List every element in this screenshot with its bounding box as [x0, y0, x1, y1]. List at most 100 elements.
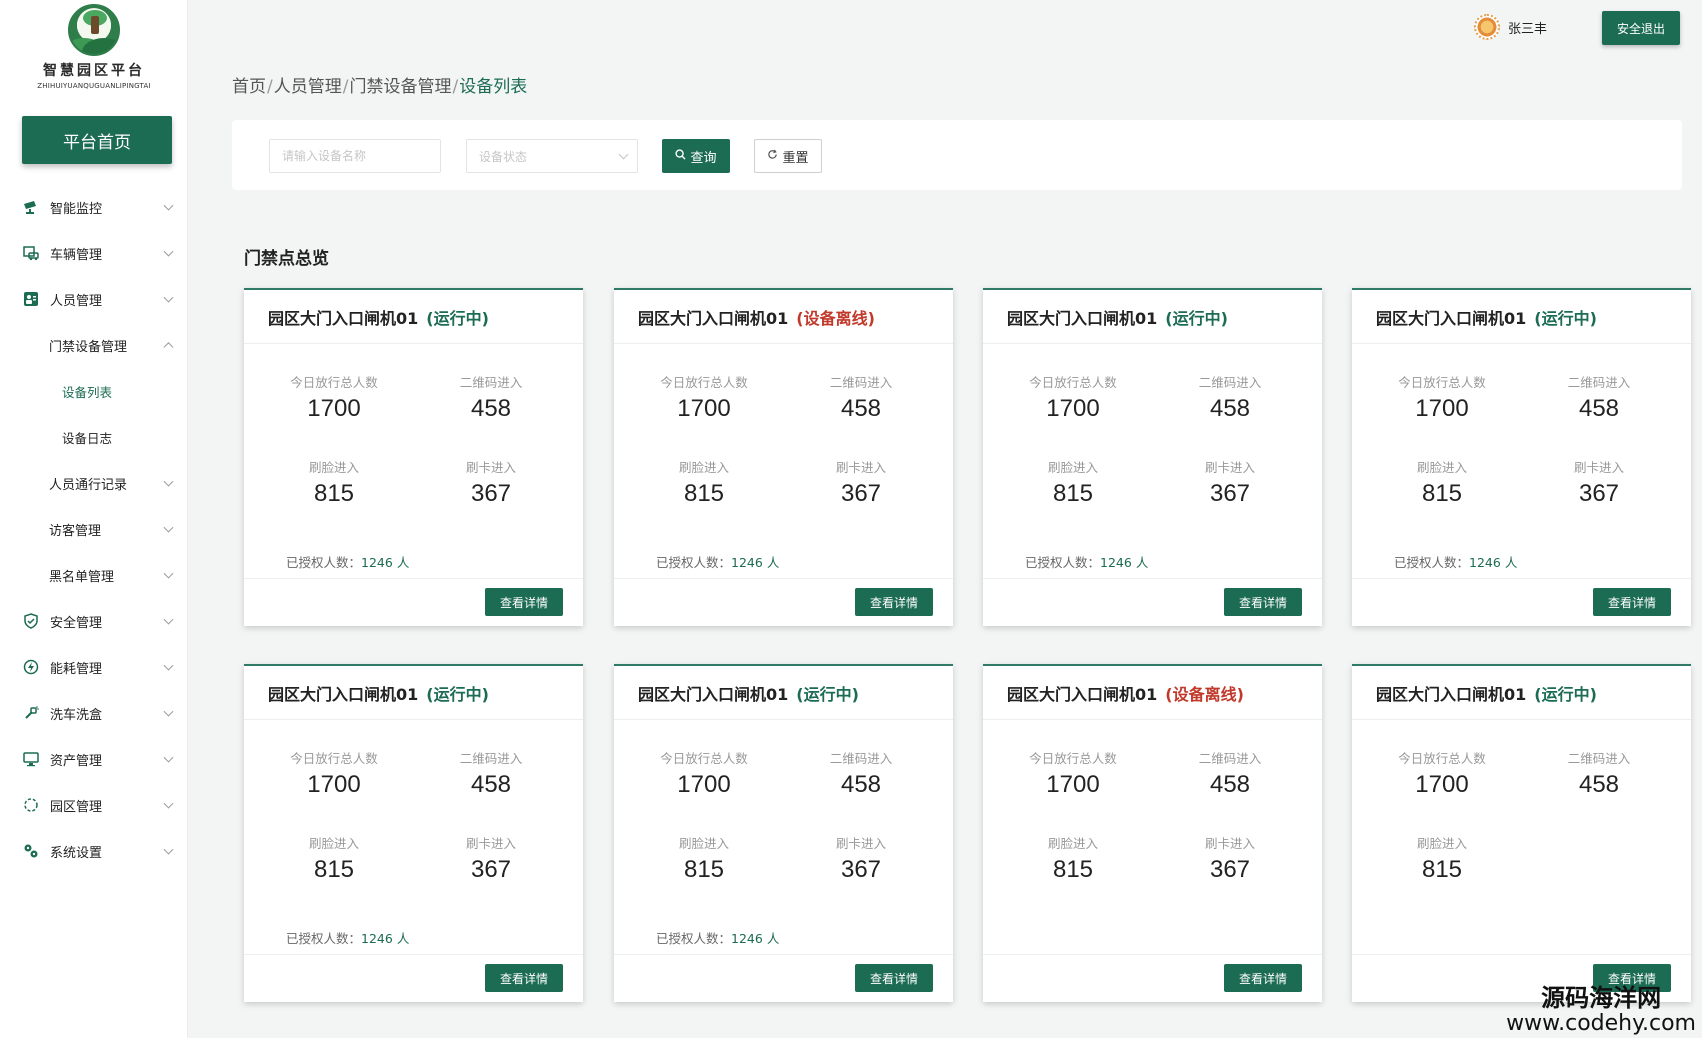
- sidebar-item-assets[interactable]: 资产管理: [0, 736, 188, 782]
- authorized-count: 已授权人数：1246 人: [1394, 552, 1517, 571]
- stat-value: 815: [683, 480, 725, 507]
- stat-total: 今日放行总人数 1700: [634, 372, 774, 423]
- chevron-down-icon: [163, 798, 174, 809]
- sidebar-item-visitors[interactable]: 访客管理: [0, 506, 188, 552]
- device-card-header: 园区大门入口闸机01 (设备离线): [983, 666, 1322, 720]
- auth-label: 已授权人数：: [286, 931, 362, 946]
- device-name-input[interactable]: [269, 139, 441, 173]
- view-details-button[interactable]: 查看详情: [1593, 588, 1671, 616]
- stat-label: 刷卡进入: [835, 460, 886, 475]
- device-card: 园区大门入口闸机01 (运行中) 今日放行总人数 1700 二维码进入 458 刷脸进入 81…: [614, 664, 953, 1002]
- sidebar-item-settings[interactable]: 系统设置: [0, 828, 188, 874]
- auth-label: 已授权人数：: [656, 931, 732, 946]
- stat-value: 1700: [1046, 771, 1100, 798]
- stat-face: 刷脸进入 815: [634, 457, 774, 508]
- chevron-down-icon: [163, 706, 174, 717]
- stat-value: 458: [470, 771, 512, 798]
- stat-label: 刷脸进入: [1047, 460, 1098, 475]
- stat-qr: 二维码进入 458: [1160, 748, 1300, 799]
- platform-home-button[interactable]: 平台首页: [22, 116, 172, 164]
- stat-total: 今日放行总人数 1700: [264, 748, 404, 799]
- breadcrumb-home[interactable]: 首页: [232, 77, 266, 97]
- view-details-button[interactable]: 查看详情: [855, 588, 933, 616]
- view-details-button[interactable]: 查看详情: [485, 588, 563, 616]
- view-details-button[interactable]: 查看详情: [485, 964, 563, 992]
- stat-value: 1700: [1415, 771, 1469, 798]
- sidebar-item-personnel[interactable]: 人员管理: [0, 276, 188, 322]
- device-name: 园区大门入口闸机01: [1007, 684, 1158, 704]
- stat-value: 458: [1578, 395, 1620, 422]
- stat-label: 刷卡进入: [1204, 460, 1255, 475]
- sidebar-item-vehicles[interactable]: 车辆管理: [0, 230, 188, 276]
- breadcrumb: 首页/人员管理/门禁设备管理/设备列表: [232, 77, 528, 97]
- device-card: 园区大门入口闸机01 (运行中) 今日放行总人数 1700 二维码进入 458 刷脸进入 81…: [1352, 288, 1691, 626]
- circle-icon: [22, 796, 40, 814]
- card-divider: [1352, 578, 1691, 579]
- stat-value: 815: [1421, 856, 1463, 883]
- auth-unit: 人: [396, 931, 410, 946]
- device-status: (运行中): [426, 684, 489, 704]
- stat-label: 二维码进入: [459, 751, 523, 766]
- logout-button[interactable]: 安全退出: [1602, 11, 1680, 45]
- sidebar-item-park[interactable]: 园区管理: [0, 782, 188, 828]
- sidebar-item-energy[interactable]: 能耗管理: [0, 644, 188, 690]
- stat-label: 刷脸进入: [1047, 836, 1098, 851]
- chevron-down-icon: [163, 292, 174, 303]
- sidebar-item-blacklist[interactable]: 黑名单管理: [0, 552, 188, 598]
- stat-label: 刷脸进入: [1416, 836, 1467, 851]
- stat-label: 今日放行总人数: [1398, 751, 1486, 766]
- stat-label: 二维码进入: [1198, 375, 1262, 390]
- sidebar-item-label: 黑名单管理: [49, 569, 115, 585]
- auth-value: 1246: [361, 555, 393, 570]
- authorized-count: 已授权人数：1246 人: [656, 552, 779, 571]
- sidebar-item-device-log[interactable]: 设备日志: [0, 414, 188, 460]
- chevron-down-icon: [163, 660, 174, 671]
- chevron-down-icon: [163, 522, 174, 533]
- stat-total: 今日放行总人数 1700: [1003, 748, 1143, 799]
- stat-card: 刷卡进入 367: [791, 833, 931, 884]
- device-card: 园区大门入口闸机01 (运行中) 今日放行总人数 1700 二维码进入 458 刷脸进入 81…: [244, 664, 583, 1002]
- stat-label: 刷卡进入: [1573, 460, 1624, 475]
- sidebar-item-label: 洗车洗盒: [50, 707, 103, 723]
- sidebar-item-device-list[interactable]: 设备列表: [0, 368, 188, 414]
- sidebar-item-carwash[interactable]: 洗车洗盒: [0, 690, 188, 736]
- sidebar-item-passage-records[interactable]: 人员通行记录: [0, 460, 188, 506]
- device-name: 园区大门入口闸机01: [1376, 308, 1527, 328]
- device-card-header: 园区大门入口闸机01 (运行中): [244, 666, 583, 720]
- device-card-header: 园区大门入口闸机01 (运行中): [244, 290, 583, 344]
- device-name: 园区大门入口闸机01: [1376, 684, 1527, 704]
- card-divider: [614, 954, 953, 955]
- device-status: (运行中): [1534, 684, 1597, 704]
- stat-label: 今日放行总人数: [1398, 375, 1486, 390]
- card-divider: [983, 954, 1322, 955]
- sidebar-item-access-devices[interactable]: 门禁设备管理: [0, 322, 188, 368]
- device-status-select[interactable]: 设备状态: [466, 139, 638, 173]
- reset-button[interactable]: 重置: [754, 139, 822, 173]
- view-details-button[interactable]: 查看详情: [1224, 964, 1302, 992]
- breadcrumb-access-devices[interactable]: 门禁设备管理: [349, 77, 451, 97]
- view-details-button[interactable]: 查看详情: [1224, 588, 1302, 616]
- stat-face: 刷脸进入 815: [264, 833, 404, 884]
- breadcrumb-personnel[interactable]: 人员管理: [274, 77, 342, 97]
- chevron-up-icon: [163, 342, 174, 353]
- device-card: 园区大门入口闸机01 (运行中) 今日放行总人数 1700 二维码进入 458 刷脸进入 81…: [244, 288, 583, 626]
- view-details-button[interactable]: 查看详情: [855, 964, 933, 992]
- stat-qr: 二维码进入 458: [421, 372, 561, 423]
- sidebar-item-security[interactable]: 安全管理: [0, 598, 188, 644]
- shield-icon: [22, 612, 40, 630]
- sidebar-item-monitoring[interactable]: 智能监控: [0, 184, 188, 230]
- stat-label: 二维码进入: [1567, 375, 1631, 390]
- sidebar-item-label: 资产管理: [50, 753, 103, 769]
- device-status: (运行中): [426, 308, 489, 328]
- filter-bar: 设备状态 查询 重置: [232, 120, 1682, 190]
- auth-unit: 人: [766, 931, 780, 946]
- stat-value: 367: [1209, 856, 1251, 883]
- stat-card: 刷卡进入 367: [1529, 457, 1669, 508]
- stat-value: 458: [1578, 771, 1620, 798]
- spray-icon: [22, 704, 40, 722]
- user-info[interactable]: 张三丰: [1474, 14, 1547, 40]
- query-button[interactable]: 查询: [662, 139, 730, 173]
- chevron-down-icon: [163, 752, 174, 763]
- stat-value: 458: [1209, 395, 1251, 422]
- auth-value: 1246: [1469, 555, 1501, 570]
